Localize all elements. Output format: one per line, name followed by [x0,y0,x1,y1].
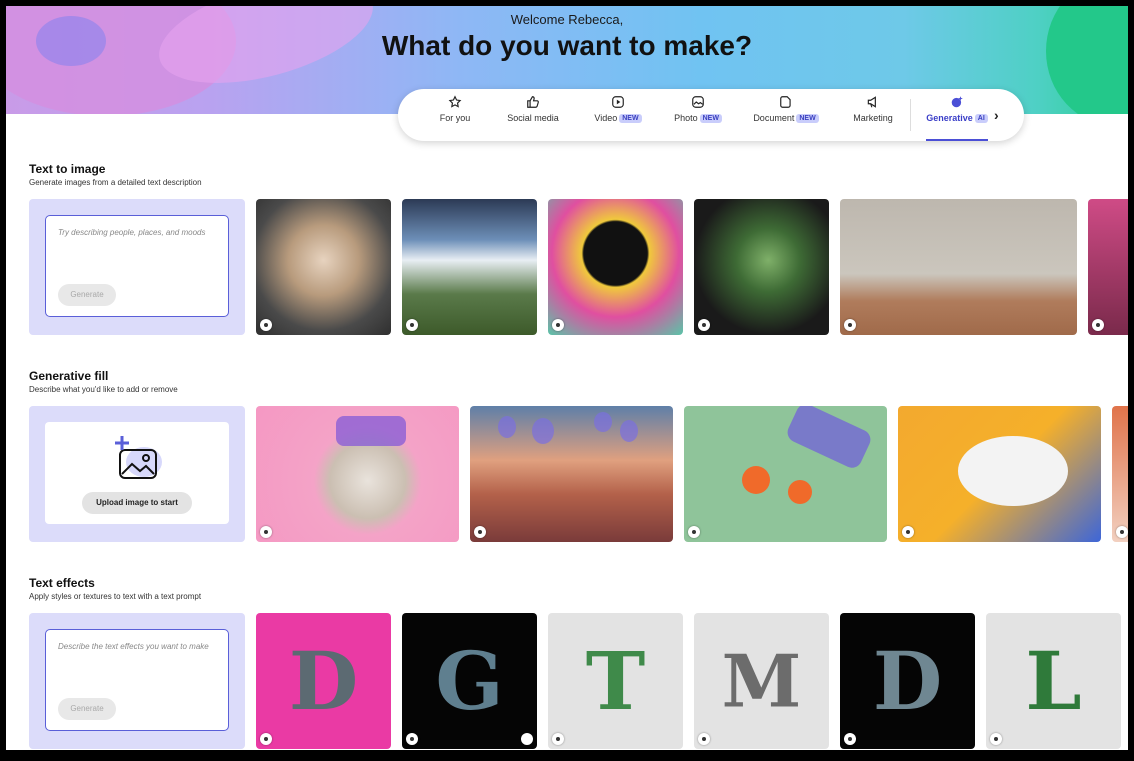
image-card-drinks[interactable] [684,406,887,542]
tab-generative[interactable]: Generative AI [924,95,990,141]
image-card-lizard[interactable] [694,199,829,335]
effect-letter: T [585,634,646,728]
prompt-placeholder: Describe the text effects you want to ma… [58,642,209,651]
tab-for-you[interactable]: For you [430,95,480,137]
upload-dropzone[interactable]: Upload image to start [45,422,229,524]
photo-icon [692,96,704,108]
image-card-cat[interactable] [256,406,459,542]
remix-icon [474,526,486,538]
generate-button[interactable]: Generate [58,698,116,720]
remix-icon [844,319,856,331]
image-card-sneakers[interactable] [898,406,1101,542]
remix-icon [844,733,856,745]
category-tabs: For you Social media Video NEW Photo NEW D… [398,89,1024,141]
remix-icon [1116,526,1128,538]
crown-icon [521,733,533,745]
generative-fill-panel: Upload image to start [29,406,245,542]
image-card-partial[interactable] [1088,199,1128,335]
generate-button[interactable]: Generate [58,284,116,306]
tab-document[interactable]: Document NEW [750,95,822,137]
remix-icon [698,319,710,331]
section-subtitle: Apply styles or textures to text with a … [29,592,202,601]
tab-label: Photo [674,113,698,123]
tab-label: For you [439,113,471,123]
new-badge: NEW [699,114,722,123]
image-card-hiker[interactable] [470,406,673,542]
tab-label: Video [594,113,618,123]
page-title: What do you want to make? [381,30,753,61]
document-icon [780,96,791,108]
image-card-llama[interactable] [256,199,391,335]
tab-video[interactable]: Video NEW [588,95,648,137]
remix-icon [1092,319,1104,331]
effect-letter: D [872,634,943,728]
text-to-image-panel: Try describing people, places, and moods… [29,199,245,335]
new-badge: NEW [619,114,642,123]
image-card-cabin[interactable] [402,199,537,335]
tab-divider [910,99,911,131]
text-effect-card-d[interactable]: D [256,613,391,749]
remix-icon [260,319,272,331]
remix-icon [260,526,272,538]
megaphone-icon [867,96,876,108]
bow-highlight [336,416,406,446]
text-effects-input[interactable]: Describe the text effects you want to ma… [45,629,229,731]
remix-icon [260,733,272,745]
effect-letter: D [288,634,359,728]
section-title: Generative fill [29,369,109,383]
effect-letter: L [1025,634,1082,728]
image-card-room[interactable] [840,199,1077,335]
section-title: Text to image [29,162,106,176]
text-effect-card-d2[interactable]: D [840,613,975,749]
remix-icon [406,319,418,331]
remix-icon [902,526,914,538]
remix-icon [688,526,700,538]
upload-image-button[interactable]: Upload image to start [82,492,192,514]
remix-icon [552,733,564,745]
image-card-partial[interactable] [1112,406,1128,542]
bottle-highlight [784,406,874,472]
tab-label: Marketing [853,113,893,123]
remix-icon [406,733,418,745]
text-effect-card-t[interactable]: T [548,613,683,749]
remix-icon [698,733,710,745]
new-badge: NEW [796,114,819,123]
remix-icon [990,733,1002,745]
remix-icon [552,319,564,331]
add-image-icon [115,436,162,479]
tab-marketing[interactable]: Marketing [846,95,900,137]
sparkle-icon [951,96,963,108]
text-effect-card-g[interactable]: G [402,613,537,749]
section-subtitle: Generate images from a detailed text des… [29,178,202,187]
text-effect-card-m[interactable]: M [694,613,829,749]
section-title: Text effects [29,576,95,590]
text-effect-card-l[interactable]: L [986,613,1121,749]
tab-label: Generative [926,113,973,123]
thumbs-up-icon [527,96,539,108]
tab-label: Social media [507,113,559,123]
play-icon [612,96,624,108]
tab-label: Document [753,113,795,123]
section-subtitle: Describe what you'd like to add or remov… [29,385,178,394]
text-effects-panel: Describe the text effects you want to ma… [29,613,245,749]
star-icon [448,95,462,108]
prompt-placeholder: Try describing people, places, and moods [58,228,206,237]
prompt-input[interactable]: Try describing people, places, and moods… [45,215,229,317]
tab-social-media[interactable]: Social media [498,95,568,137]
effect-letter: G [435,634,504,728]
tab-photo[interactable]: Photo NEW [668,95,728,137]
effect-letter: M [721,638,802,724]
greeting-text: Welcome Rebecca, [510,12,624,27]
image-card-portrait[interactable] [548,199,683,335]
app-window: Welcome Rebecca, What do you want to mak… [6,6,1128,750]
ai-badge: AI [974,114,988,123]
chevron-right-icon[interactable]: › [994,107,999,123]
